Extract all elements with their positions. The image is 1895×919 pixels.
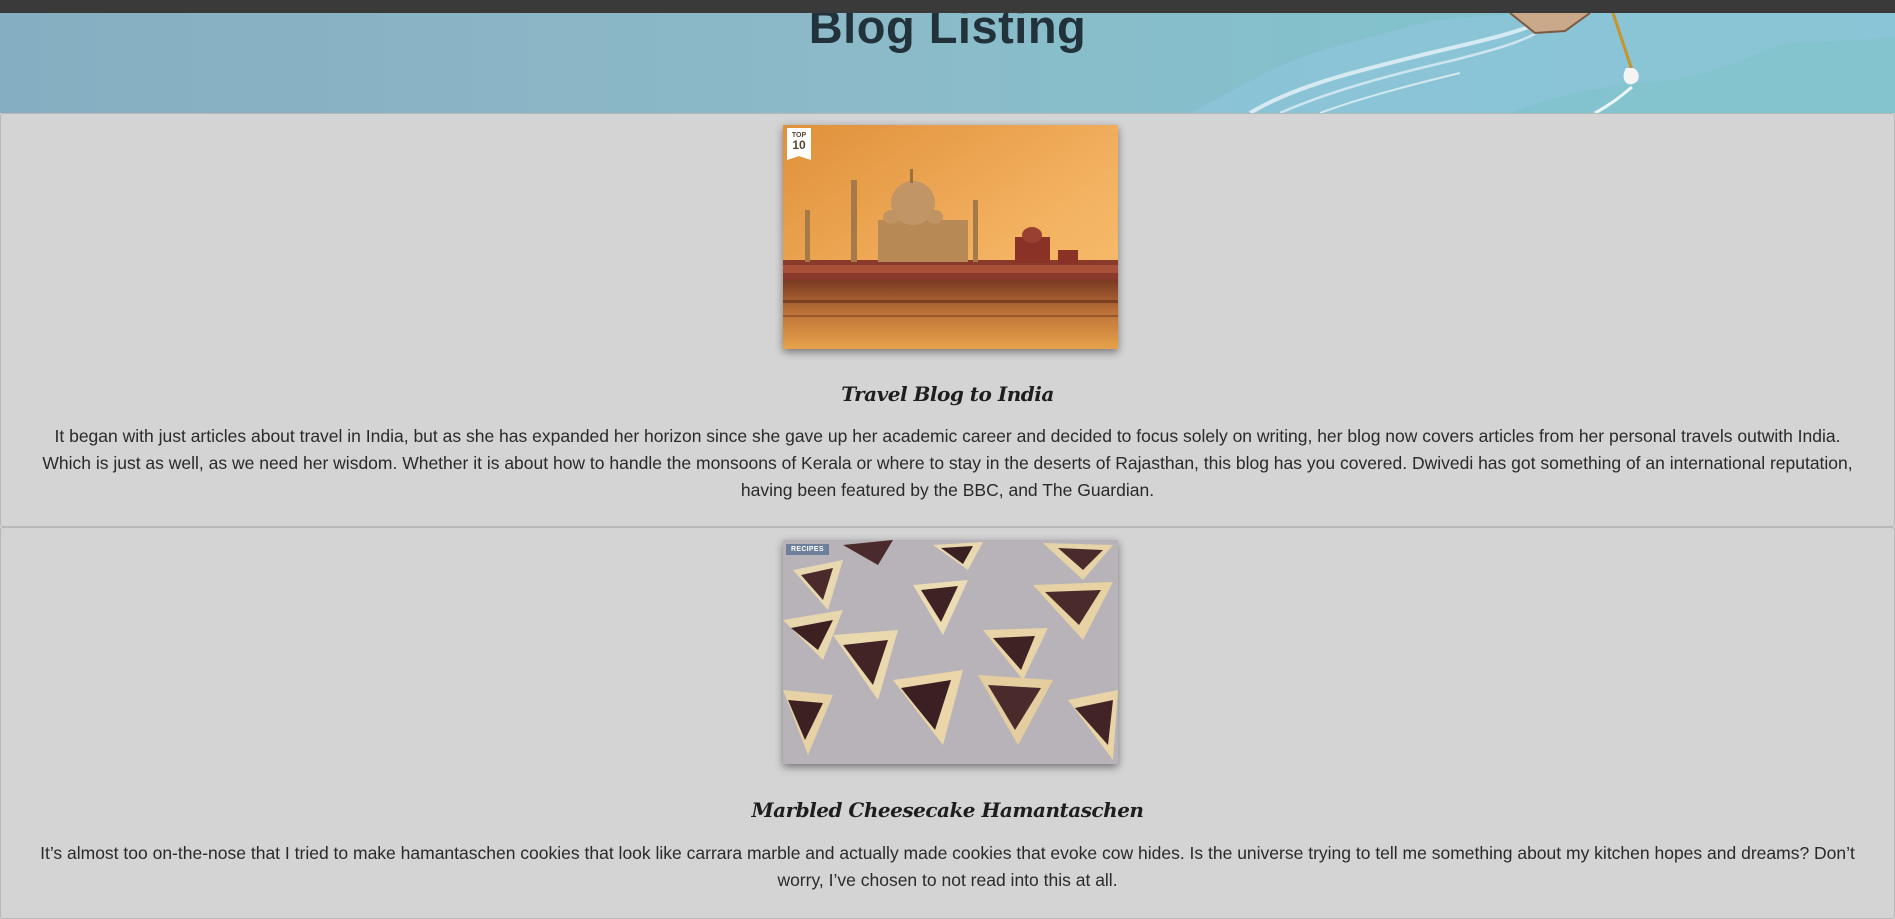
post-title[interactable]: Travel Blog to India	[1, 382, 1894, 406]
post-thumbnail[interactable]: RECIPES	[783, 540, 1118, 764]
recipes-badge: RECIPES	[786, 544, 829, 555]
post-excerpt: It’s almost too on-the-nose that I tried…	[40, 843, 1855, 890]
hamantaschen-image	[783, 540, 1118, 764]
post-thumbnail[interactable]: TOP 10	[783, 125, 1118, 349]
post-excerpt: It began with just articles about travel…	[42, 426, 1853, 500]
blog-card: TOP 10 Travel Blog to India It began wit…	[0, 113, 1895, 527]
top-10-badge: TOP 10	[787, 128, 811, 160]
badge-number-text: 10	[792, 138, 806, 152]
page-title: Blog Listing	[808, 13, 1087, 53]
blog-card: RECIPES Marbled Cheesecake Hamantaschen …	[0, 527, 1895, 919]
taj-mahal-image	[783, 125, 1118, 349]
page-header: Blog Listing	[0, 13, 1895, 113]
post-title[interactable]: Marbled Cheesecake Hamantaschen	[1, 798, 1894, 822]
